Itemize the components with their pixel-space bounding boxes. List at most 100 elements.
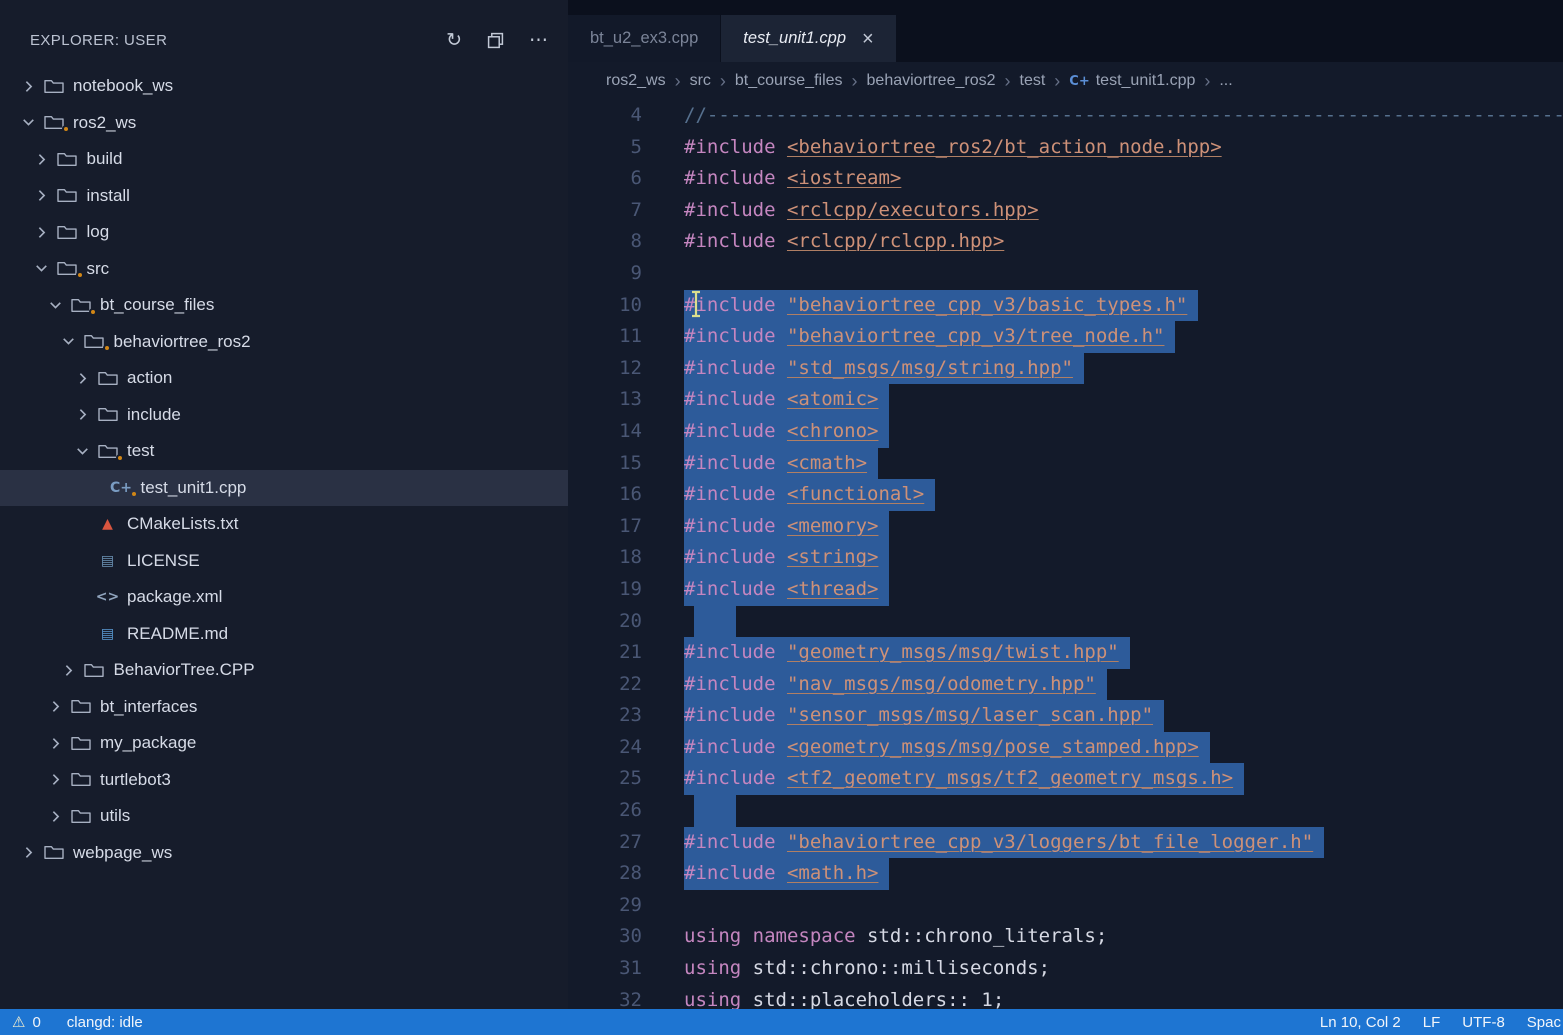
line-number[interactable]: 29: [568, 890, 642, 922]
tree-item-notebook_ws[interactable]: notebook_ws: [0, 68, 568, 105]
code-line[interactable]: 29: [568, 890, 1563, 922]
code-line[interactable]: 5#include <behaviortree_ros2/bt_action_n…: [568, 132, 1563, 164]
tree-item-turtlebot3[interactable]: turtlebot3: [0, 762, 568, 799]
line-number[interactable]: 12: [568, 353, 642, 385]
tree-item-action[interactable]: action: [0, 360, 568, 397]
tree-item-test_unit1.cpp[interactable]: C+test_unit1.cpp: [0, 470, 568, 507]
breadcrumb-item[interactable]: C+test_unit1.cpp: [1069, 72, 1195, 90]
tree-item-log[interactable]: log: [0, 214, 568, 251]
tree-item-src[interactable]: src: [0, 251, 568, 288]
tree-item-webpage_ws[interactable]: webpage_ws: [0, 835, 568, 872]
code-line[interactable]: 30using namespace std::chrono_literals;: [568, 921, 1563, 953]
line-number[interactable]: 9: [568, 258, 642, 290]
line-number[interactable]: 18: [568, 542, 642, 574]
code-line[interactable]: 14#include <chrono>: [568, 416, 1563, 448]
line-number[interactable]: 4: [568, 100, 642, 132]
code-line[interactable]: 27#include "behaviortree_cpp_v3/loggers/…: [568, 827, 1563, 859]
tab-bt_u2_ex3.cpp[interactable]: bt_u2_ex3.cpp: [568, 15, 720, 62]
tree-item-include[interactable]: include: [0, 397, 568, 434]
line-number[interactable]: 6: [568, 163, 642, 195]
tree-item-README.md[interactable]: ▤README.md: [0, 616, 568, 653]
line-number[interactable]: 10: [568, 290, 642, 322]
breadcrumb-item[interactable]: ...: [1219, 72, 1232, 90]
tree-item-install[interactable]: install: [0, 178, 568, 215]
tree-item-test[interactable]: test: [0, 433, 568, 470]
code-line[interactable]: 24#include <geometry_msgs/msg/pose_stamp…: [568, 732, 1563, 764]
code-line[interactable]: 28#include <math.h>: [568, 858, 1563, 890]
code-line[interactable]: 16#include <functional>: [568, 479, 1563, 511]
code-line[interactable]: 7#include <rclcpp/executors.hpp>: [568, 195, 1563, 227]
tree-item-my_package[interactable]: my_package: [0, 725, 568, 762]
code-line[interactable]: 15#include <cmath>: [568, 448, 1563, 480]
eol-indicator[interactable]: LF: [1423, 1014, 1441, 1031]
language-server-status[interactable]: clangd: idle: [67, 1014, 143, 1031]
code-line[interactable]: 18#include <string>: [568, 542, 1563, 574]
tree-item-bt_interfaces[interactable]: bt_interfaces: [0, 689, 568, 726]
line-number[interactable]: 26: [568, 795, 642, 827]
line-number[interactable]: 25: [568, 763, 642, 795]
line-number[interactable]: 19: [568, 574, 642, 606]
line-number[interactable]: 20: [568, 606, 642, 638]
tree-item-ros2_ws[interactable]: ros2_ws: [0, 105, 568, 142]
tree-item-BehaviorTree.CPP[interactable]: BehaviorTree.CPP: [0, 652, 568, 689]
tree-item-bt_course_files[interactable]: bt_course_files: [0, 287, 568, 324]
code-line[interactable]: 31using std::chrono::milliseconds;: [568, 953, 1563, 985]
code-line[interactable]: 4//-------------------------------------…: [568, 100, 1563, 132]
tree-item-CMakeLists.txt[interactable]: ▲CMakeLists.txt: [0, 506, 568, 543]
breadcrumb-item[interactable]: bt_course_files: [735, 72, 843, 90]
line-number[interactable]: 32: [568, 985, 642, 1009]
breadcrumb-item[interactable]: ros2_ws: [606, 72, 666, 90]
line-number[interactable]: 13: [568, 384, 642, 416]
encoding-indicator[interactable]: UTF-8: [1462, 1014, 1505, 1031]
code-line[interactable]: 21#include "geometry_msgs/msg/twist.hpp": [568, 637, 1563, 669]
line-number[interactable]: 24: [568, 732, 642, 764]
code-area[interactable]: 4//-------------------------------------…: [568, 100, 1563, 1009]
line-number[interactable]: 22: [568, 669, 642, 701]
line-number[interactable]: 14: [568, 416, 642, 448]
code-line[interactable]: 17#include <memory>: [568, 511, 1563, 543]
line-number[interactable]: 5: [568, 132, 642, 164]
code-line[interactable]: 13#include <atomic>: [568, 384, 1563, 416]
refresh-icon[interactable]: ↻: [446, 31, 462, 50]
code-line[interactable]: 10#include "behaviortree_cpp_v3/basic_ty…: [568, 290, 1563, 322]
code-line[interactable]: 11#include "behaviortree_cpp_v3/tree_nod…: [568, 321, 1563, 353]
line-number[interactable]: 7: [568, 195, 642, 227]
breadcrumb-item[interactable]: test: [1020, 72, 1046, 90]
code-line[interactable]: 22#include "nav_msgs/msg/odometry.hpp": [568, 669, 1563, 701]
code-line[interactable]: 20: [568, 606, 1563, 638]
line-number[interactable]: 30: [568, 921, 642, 953]
line-number[interactable]: 28: [568, 858, 642, 890]
line-number[interactable]: 21: [568, 637, 642, 669]
code-line[interactable]: 8#include <rclcpp/rclcpp.hpp>: [568, 226, 1563, 258]
line-number[interactable]: 11: [568, 321, 642, 353]
line-number[interactable]: 16: [568, 479, 642, 511]
line-number[interactable]: 27: [568, 827, 642, 859]
tree-item-package.xml[interactable]: <>package.xml: [0, 579, 568, 616]
line-number[interactable]: 31: [568, 953, 642, 985]
tree-item-build[interactable]: build: [0, 141, 568, 178]
line-number[interactable]: 15: [568, 448, 642, 480]
tree-item-utils[interactable]: utils: [0, 798, 568, 835]
code-line[interactable]: 12#include "std_msgs/msg/string.hpp": [568, 353, 1563, 385]
cursor-position[interactable]: Ln 10, Col 2: [1320, 1014, 1401, 1031]
code-line[interactable]: 25#include <tf2_geometry_msgs/tf2_geomet…: [568, 763, 1563, 795]
close-icon[interactable]: ×: [862, 29, 874, 49]
line-number[interactable]: 17: [568, 511, 642, 543]
tab-test_unit1.cpp[interactable]: test_unit1.cpp×: [721, 15, 895, 62]
code-line[interactable]: 26: [568, 795, 1563, 827]
tree-item-behaviortree_ros2[interactable]: behaviortree_ros2: [0, 324, 568, 361]
line-number[interactable]: 8: [568, 226, 642, 258]
line-number[interactable]: 23: [568, 700, 642, 732]
code-line[interactable]: 6#include <iostream>: [568, 163, 1563, 195]
code-line[interactable]: 19#include <thread>: [568, 574, 1563, 606]
collapse-folders-icon[interactable]: [487, 32, 504, 49]
code-line[interactable]: 32using std::placeholders::_1;: [568, 985, 1563, 1009]
indentation-indicator[interactable]: Spac: [1527, 1014, 1561, 1031]
tree-item-LICENSE[interactable]: ▤LICENSE: [0, 543, 568, 580]
more-actions-icon[interactable]: ⋯: [529, 31, 548, 50]
code-line[interactable]: 9: [568, 258, 1563, 290]
code-line[interactable]: 23#include "sensor_msgs/msg/laser_scan.h…: [568, 700, 1563, 732]
breadcrumb-item[interactable]: behaviortree_ros2: [867, 72, 996, 90]
breadcrumb-item[interactable]: src: [690, 72, 711, 90]
problems-indicator[interactable]: ⚠ 0: [12, 1013, 41, 1031]
